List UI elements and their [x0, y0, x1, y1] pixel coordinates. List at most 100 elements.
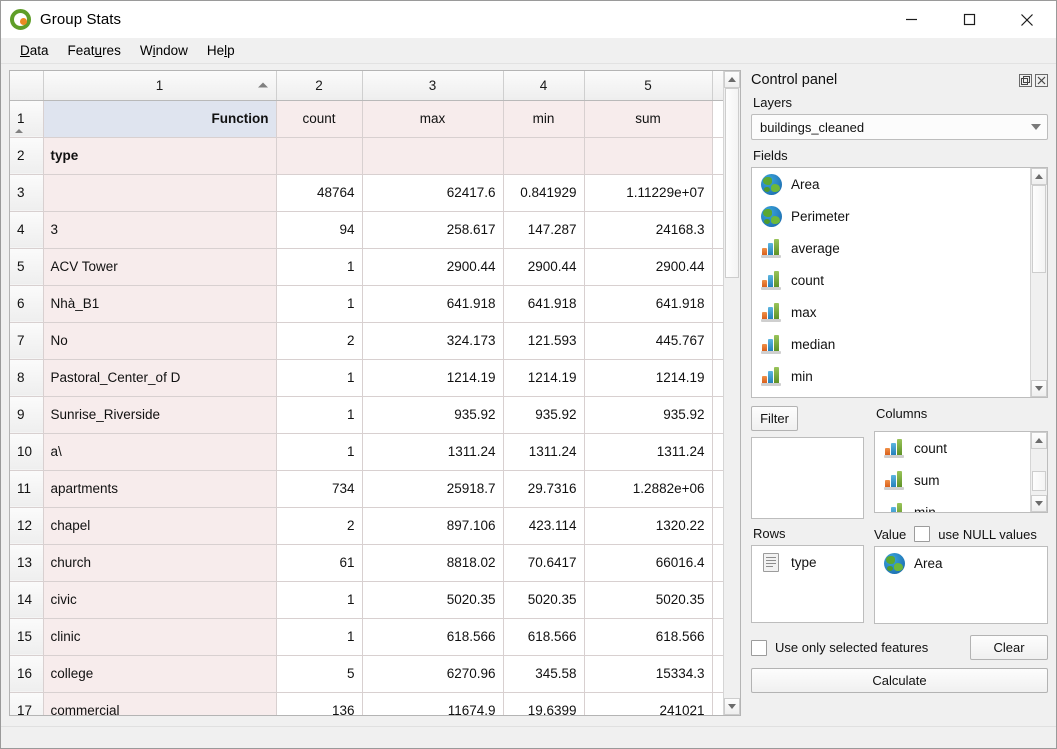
- cell-sum[interactable]: 641.918: [584, 285, 713, 323]
- column-header-5[interactable]: 5: [584, 71, 713, 101]
- list-item[interactable]: count: [752, 264, 1030, 296]
- row-header[interactable]: 13: [10, 544, 44, 582]
- cell-count[interactable]: 1: [276, 581, 363, 619]
- table-row[interactable]: 5 ACV Tower 1 2900.44 2900.44 2900.44: [10, 248, 723, 286]
- cell-type[interactable]: Pastoral_Center_of D: [43, 359, 277, 397]
- cell-sum[interactable]: 1320.22: [584, 507, 713, 545]
- cell-max[interactable]: 897.106: [362, 507, 504, 545]
- list-item[interactable]: average: [752, 232, 1030, 264]
- columns-list[interactable]: count sum min: [874, 431, 1048, 513]
- scroll-down-icon[interactable]: [1031, 495, 1047, 512]
- cell-min[interactable]: 19.6399: [503, 692, 585, 715]
- cell-max[interactable]: 62417.6: [362, 174, 504, 212]
- cell-type[interactable]: [43, 174, 277, 212]
- list-item[interactable]: max: [752, 296, 1030, 328]
- row-header[interactable]: 16: [10, 655, 44, 693]
- cell-min[interactable]: 121.593: [503, 322, 585, 360]
- cell-func-min[interactable]: min: [503, 100, 585, 138]
- scroll-track[interactable]: [1031, 185, 1047, 380]
- row-header[interactable]: 12: [10, 507, 44, 545]
- column-header-3[interactable]: 3: [362, 71, 504, 101]
- table-row[interactable]: 2 type: [10, 137, 723, 175]
- cell-type[interactable]: college: [43, 655, 277, 693]
- cell-func-sum[interactable]: sum: [584, 100, 713, 138]
- cell-min[interactable]: 1311.24: [503, 433, 585, 471]
- table-row[interactable]: 13 church 61 8818.02 70.6417 66016.4: [10, 544, 723, 582]
- cell-sum[interactable]: 1.11229e+07: [584, 174, 713, 212]
- list-item[interactable]: median: [752, 328, 1030, 360]
- close-icon[interactable]: [998, 1, 1056, 38]
- list-item[interactable]: min: [875, 496, 1030, 512]
- cell-min[interactable]: 618.566: [503, 618, 585, 656]
- table-row[interactable]: 3 48764 62417.6 0.841929 1.11229e+07: [10, 174, 723, 212]
- table-row[interactable]: 1 Function count max min sum: [10, 99, 723, 138]
- list-item[interactable]: Area: [875, 547, 1047, 579]
- cell-type[interactable]: ACV Tower: [43, 248, 277, 286]
- scroll-up-icon[interactable]: [1031, 168, 1047, 185]
- table-row[interactable]: 12 chapel 2 897.106 423.114 1320.22: [10, 507, 723, 545]
- table-row[interactable]: 4 3 94 258.617 147.287 24168.3: [10, 211, 723, 249]
- cell-min[interactable]: 423.114: [503, 507, 585, 545]
- table-row[interactable]: 8 Pastoral_Center_of D 1 1214.19 1214.19…: [10, 359, 723, 397]
- list-item[interactable]: count: [875, 432, 1030, 464]
- cell-group-field[interactable]: type: [43, 137, 277, 175]
- menu-item-features[interactable]: Features: [59, 40, 131, 61]
- cell-type[interactable]: chapel: [43, 507, 277, 545]
- cell-func-max[interactable]: max: [362, 100, 504, 138]
- row-header[interactable]: 9: [10, 396, 44, 434]
- value-list[interactable]: Area: [874, 546, 1048, 624]
- cell-max[interactable]: 8818.02: [362, 544, 504, 582]
- row-header[interactable]: 10: [10, 433, 44, 471]
- row-header[interactable]: 7: [10, 322, 44, 360]
- cell-min[interactable]: 70.6417: [503, 544, 585, 582]
- cell-min[interactable]: 29.7316: [503, 470, 585, 508]
- cell-count[interactable]: 734: [276, 470, 363, 508]
- column-header-4[interactable]: 4: [503, 71, 585, 101]
- cell-min[interactable]: 5020.35: [503, 581, 585, 619]
- cell-type[interactable]: apartments: [43, 470, 277, 508]
- cell-sum[interactable]: 1.2882e+06: [584, 470, 713, 508]
- cell-sum[interactable]: 445.767: [584, 322, 713, 360]
- cell-type[interactable]: commercial: [43, 692, 277, 715]
- cell-min[interactable]: 935.92: [503, 396, 585, 434]
- cell[interactable]: [584, 137, 713, 175]
- list-item[interactable]: Perimeter: [752, 200, 1030, 232]
- row-header[interactable]: 8: [10, 359, 44, 397]
- fields-list[interactable]: Area Perimeter average count max median …: [751, 167, 1048, 398]
- cell-max[interactable]: 11674.9: [362, 692, 504, 715]
- cell-max[interactable]: 324.173: [362, 322, 504, 360]
- layer-select[interactable]: buildings_cleaned: [751, 114, 1048, 140]
- table-row[interactable]: 10 a\ 1 1311.24 1311.24 1311.24: [10, 433, 723, 471]
- row-header[interactable]: 4: [10, 211, 44, 249]
- cell-count[interactable]: 1: [276, 618, 363, 656]
- scroll-down-icon[interactable]: [724, 698, 740, 715]
- scroll-track[interactable]: [724, 88, 740, 698]
- table-vertical-scrollbar[interactable]: [723, 71, 740, 715]
- cell-min[interactable]: 345.58: [503, 655, 585, 693]
- cell-sum[interactable]: 1214.19: [584, 359, 713, 397]
- cell-type[interactable]: civic: [43, 581, 277, 619]
- row-header[interactable]: 6: [10, 285, 44, 323]
- cell-sum[interactable]: 935.92: [584, 396, 713, 434]
- menu-item-window[interactable]: Window: [131, 40, 198, 61]
- menu-item-help[interactable]: Help: [198, 40, 245, 61]
- table-row[interactable]: 7 No 2 324.173 121.593 445.767: [10, 322, 723, 360]
- cell-type[interactable]: 3: [43, 211, 277, 249]
- row-header[interactable]: 17: [10, 692, 44, 715]
- cell-type[interactable]: Sunrise_Riverside: [43, 396, 277, 434]
- list-item[interactable]: min: [752, 360, 1030, 392]
- use-null-values-checkbox[interactable]: [914, 526, 931, 542]
- cell-max[interactable]: 1214.19: [362, 359, 504, 397]
- clear-button[interactable]: Clear: [970, 635, 1048, 660]
- grid-corner[interactable]: [10, 71, 44, 101]
- table-row[interactable]: 6 Nhà_B1 1 641.918 641.918 641.918: [10, 285, 723, 323]
- filter-button[interactable]: Filter: [751, 406, 798, 431]
- cell-count[interactable]: 1: [276, 396, 363, 434]
- scroll-track[interactable]: [1031, 449, 1047, 495]
- table-row[interactable]: 11 apartments 734 25918.7 29.7316 1.2882…: [10, 470, 723, 508]
- cell-min[interactable]: 147.287: [503, 211, 585, 249]
- cell-min[interactable]: 641.918: [503, 285, 585, 323]
- table-row[interactable]: 16 college 5 6270.96 345.58 15334.3: [10, 655, 723, 693]
- cell-count[interactable]: 2: [276, 507, 363, 545]
- cell-func-count[interactable]: count: [276, 100, 363, 138]
